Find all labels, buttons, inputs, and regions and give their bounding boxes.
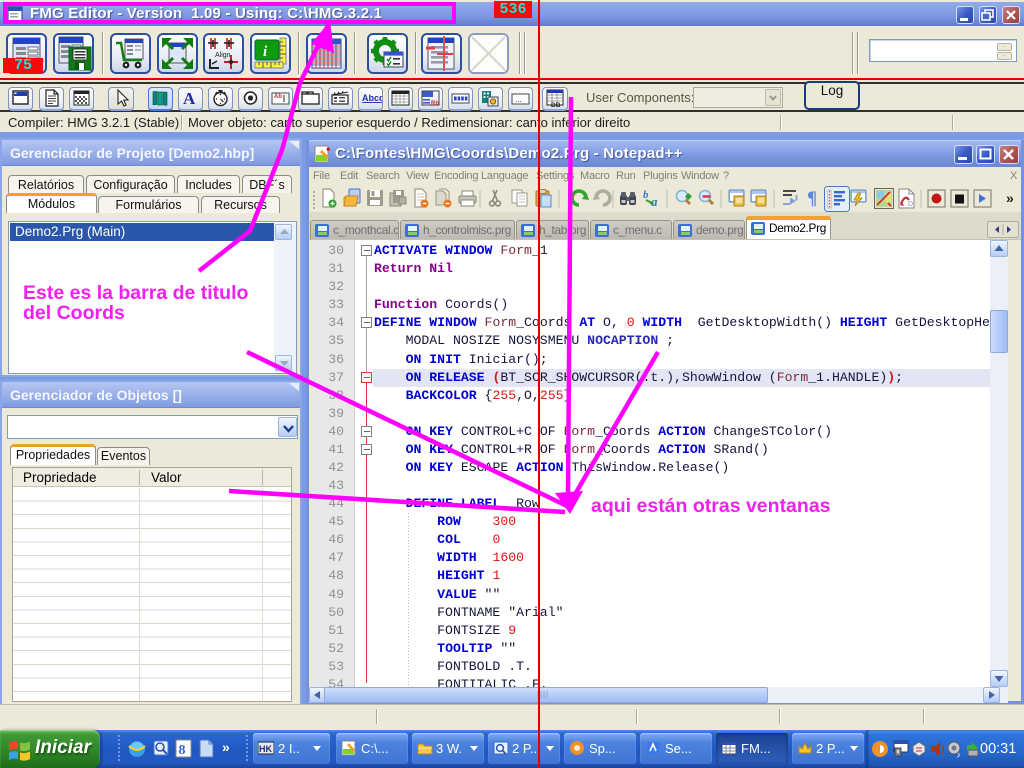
svg-text:HK: HK [259, 744, 272, 754]
svg-text:»: » [222, 739, 230, 755]
svg-text:»: » [1006, 190, 1014, 206]
svg-text:Align: Align [215, 52, 231, 59]
svg-text:DB: DB [551, 102, 561, 108]
svg-text:8: 8 [179, 743, 186, 758]
svg-text:¶: ¶ [807, 188, 817, 209]
svg-text:Rb: Rb [431, 101, 439, 107]
svg-text:D: D [908, 201, 913, 208]
svg-text:b: b [643, 189, 649, 201]
svg-text:A: A [183, 89, 196, 108]
svg-text:Ab: Ab [274, 94, 282, 100]
svg-text:...: ... [515, 95, 522, 104]
svg-text:Abcd: Abcd [362, 93, 382, 103]
